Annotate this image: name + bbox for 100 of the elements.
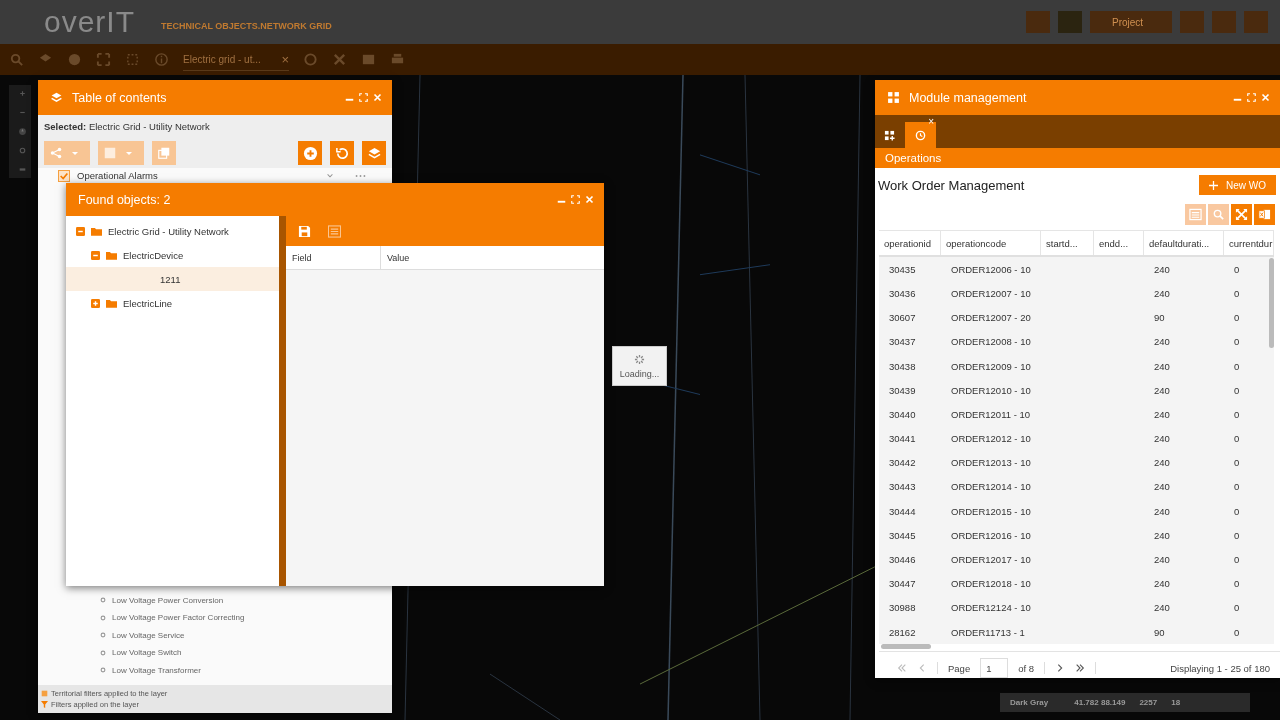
excel-button[interactable] [1254, 204, 1275, 225]
expand-icon[interactable] [96, 52, 111, 67]
table-cell: ORDER11713 - 1 [951, 626, 1025, 638]
square-icon [103, 146, 117, 160]
filter-icon [41, 701, 48, 708]
search-icon[interactable] [9, 52, 24, 67]
table-cell: 30446 [889, 554, 916, 566]
scrollbar[interactable] [881, 644, 931, 649]
close-icon[interactable] [585, 195, 594, 204]
collapse-icon[interactable] [76, 226, 85, 236]
table-cell: 0 [1234, 287, 1240, 299]
table-cell: 30444 [889, 505, 916, 517]
previous-page-icon[interactable] [917, 663, 927, 673]
scrollbar[interactable] [1269, 258, 1274, 348]
page-label: Page [948, 662, 971, 674]
project-button[interactable]: Project [1090, 11, 1172, 33]
copy-button[interactable] [152, 141, 176, 165]
tree-item[interactable]: 1211 [66, 267, 279, 291]
window-title: Found objects: 2 [78, 192, 171, 207]
layers-button[interactable] [362, 141, 386, 165]
table-cell: ORDER12013 - 10 [951, 457, 1031, 469]
last-page-icon[interactable] [1075, 663, 1086, 673]
tree-item[interactable]: Electric Grid - Utility Network [66, 219, 279, 243]
list-icon[interactable] [328, 224, 341, 238]
add-button[interactable] [298, 141, 322, 165]
sublayer-name[interactable]: Low Voltage Power Factor Correcting [112, 613, 245, 623]
sublayer-name[interactable]: Low Voltage Power Conversion [112, 595, 224, 605]
table-cell: 28162 [889, 626, 916, 638]
table-cell: 30447 [889, 578, 916, 590]
table-cell: 30440 [889, 408, 916, 420]
column-header[interactable]: currentdur [1224, 231, 1274, 256]
tree-item[interactable]: ElectricLine [66, 291, 279, 315]
table-cell: ORDER12007 - 20 [951, 312, 1031, 324]
layer-name[interactable]: Operational Alarms [77, 170, 319, 181]
tree-item[interactable]: ElectricDevice [66, 243, 279, 267]
table-cell: 240 [1154, 602, 1170, 614]
zoom-value: 18 [1171, 698, 1181, 707]
maximize-icon[interactable] [571, 195, 580, 204]
section-header: Operations [875, 148, 1280, 168]
sublayer-name[interactable]: Low Voltage Switch [112, 648, 182, 658]
table-cell: 0 [1234, 433, 1240, 445]
layers-icon [50, 91, 63, 104]
chevron-icon[interactable] [326, 171, 334, 180]
table-cell: ORDER12012 - 10 [951, 433, 1031, 445]
table-cell: 0 [1234, 312, 1240, 324]
table-cell: 30436 [889, 287, 916, 299]
column-header[interactable]: operationcode [941, 231, 1041, 256]
table-cell: 240 [1154, 578, 1170, 590]
column-header[interactable]: Value [381, 246, 410, 269]
paging-summary: Displaying 1 - 25 of 180 [1170, 662, 1270, 674]
table-cell: 0 [1234, 529, 1240, 541]
save-icon[interactable] [298, 224, 311, 238]
window-title: Table of contents [72, 90, 167, 105]
selected-layer: Selected: Electric Grid - Utility Network [38, 115, 392, 138]
page-heading: Work Order Management [878, 177, 1025, 193]
maximize-icon[interactable] [1247, 93, 1256, 102]
collapse-icon[interactable] [91, 250, 100, 260]
coordinates: 41.782 88.149 [1074, 698, 1126, 707]
table-cell: 0 [1234, 554, 1240, 566]
table-cell: ORDER12015 - 10 [951, 505, 1031, 517]
search-field[interactable]: Electric grid - ut... × [183, 48, 289, 71]
window-title: Module management [909, 90, 1027, 105]
column-header[interactable]: operationid [879, 231, 941, 256]
table-cell: 0 [1234, 481, 1240, 493]
table-cell: ORDER12011 - 10 [951, 408, 1031, 420]
sublayer-name[interactable]: Low Voltage Service [112, 630, 185, 640]
label-button[interactable] [98, 141, 144, 165]
table-cell: 0 [1234, 602, 1240, 614]
expand-button[interactable] [1231, 204, 1252, 225]
sublayer-name[interactable]: Low Voltage Transformer [112, 665, 201, 675]
table-cell: 240 [1154, 433, 1170, 445]
column-header[interactable]: endd... [1094, 231, 1144, 256]
first-page-icon[interactable] [897, 663, 907, 673]
spinner-icon [634, 353, 645, 365]
table-cell: ORDER12010 - 10 [951, 384, 1031, 396]
column-header[interactable]: defaultdurati... [1144, 231, 1224, 256]
close-icon[interactable] [1261, 93, 1270, 102]
folder-icon [106, 298, 117, 308]
column-header[interactable]: Field [286, 246, 381, 269]
table-cell: 0 [1234, 457, 1240, 469]
table-cell: 0 [1234, 578, 1240, 590]
column-header[interactable]: startd... [1041, 231, 1094, 256]
maximize-icon[interactable] [359, 93, 368, 102]
reset-button[interactable] [330, 141, 354, 165]
table-cell: 90 [1154, 312, 1165, 324]
table-cell: ORDER12008 - 10 [951, 336, 1031, 348]
info-icon[interactable] [154, 52, 169, 67]
checkbox[interactable] [58, 169, 70, 182]
table-cell: 30442 [889, 457, 916, 469]
page-field[interactable]: 1 [980, 658, 1009, 678]
selection-icon[interactable] [125, 52, 140, 67]
bullet-icon [100, 667, 106, 674]
loading-text: Loading... [619, 368, 660, 379]
expand-icon[interactable] [91, 298, 100, 308]
table-cell: ORDER12009 - 10 [951, 360, 1031, 372]
more-icon[interactable] [355, 173, 366, 178]
table-cell: ORDER12018 - 10 [951, 578, 1031, 590]
share-button[interactable] [44, 141, 90, 165]
close-icon[interactable] [373, 93, 382, 102]
share-icon [49, 146, 63, 160]
